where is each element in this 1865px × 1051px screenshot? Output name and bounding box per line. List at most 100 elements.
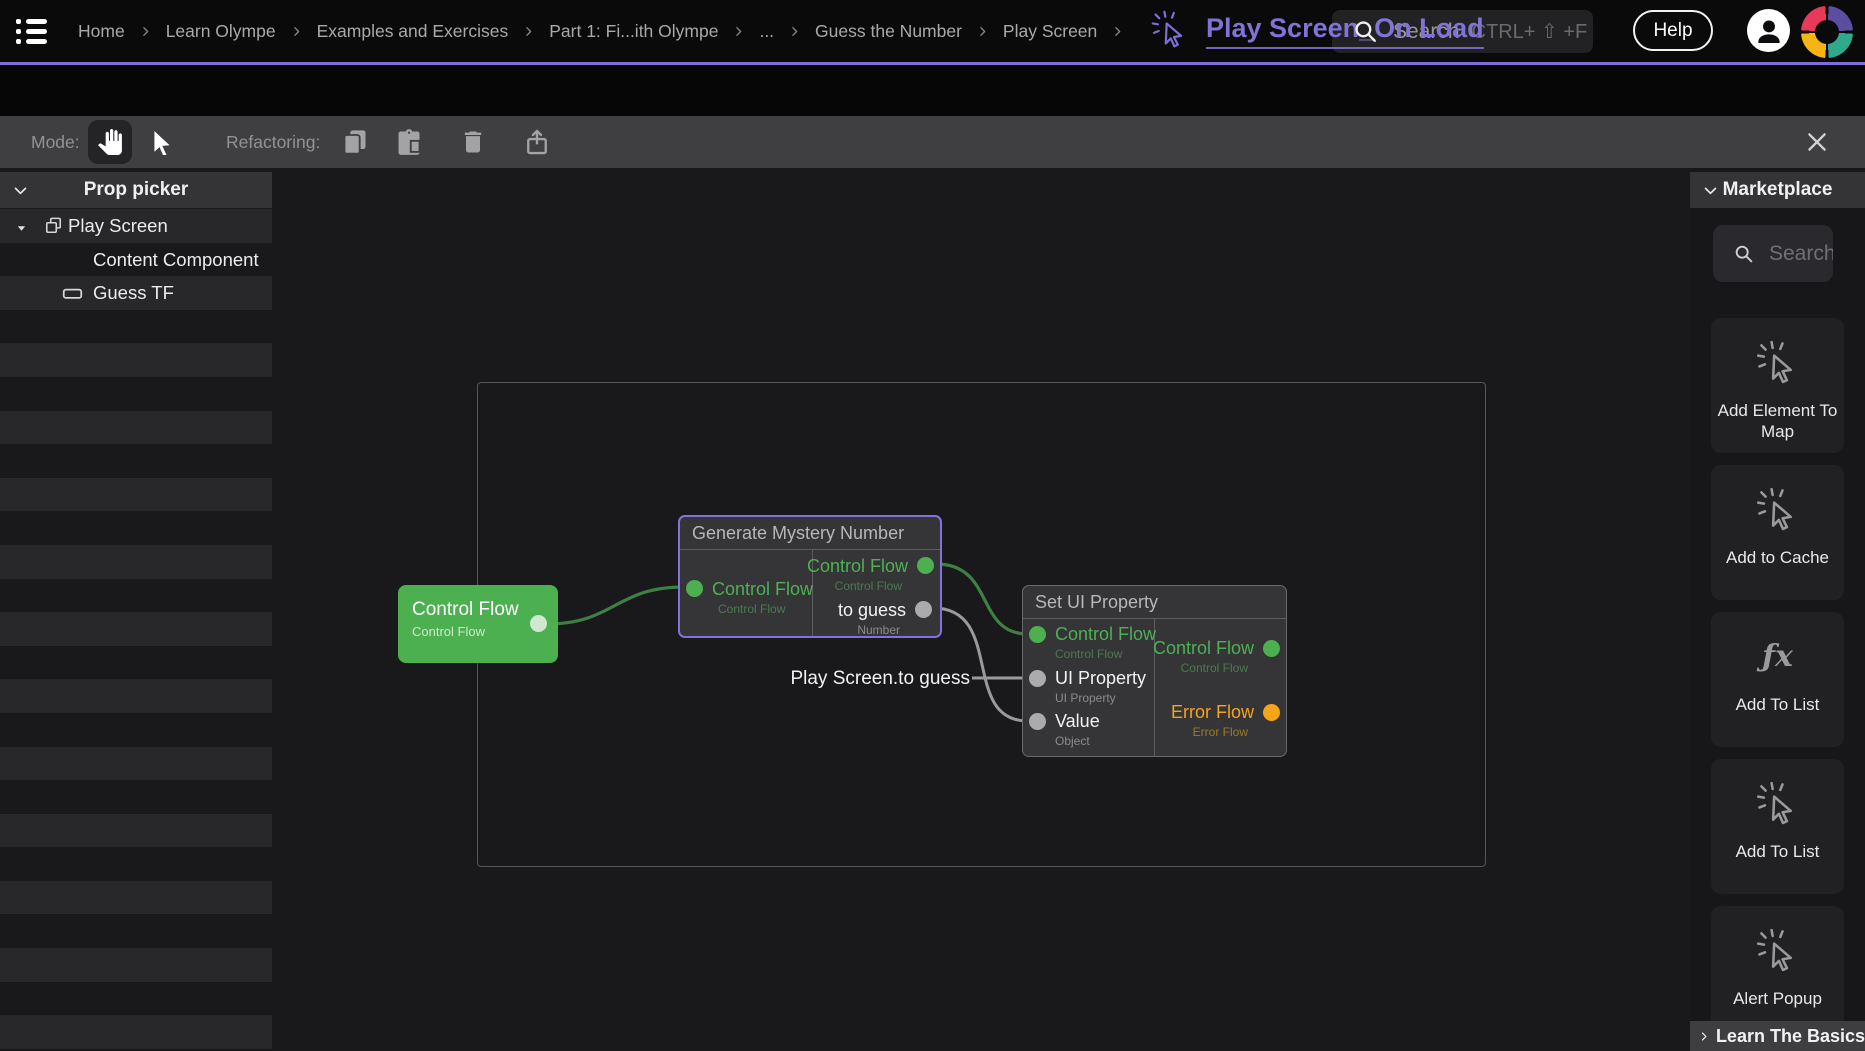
learn-the-basics-bar[interactable]: Learn The Basics bbox=[1690, 1021, 1865, 1051]
marketplace-card-add-to-cache[interactable]: Add to Cache bbox=[1711, 465, 1844, 600]
chevron-right-icon bbox=[976, 25, 989, 38]
marketplace-panel: Marketplace Search Add Element To Map Ad… bbox=[1690, 168, 1865, 1051]
port-ui-property-in[interactable] bbox=[1029, 670, 1046, 687]
card-label: Add to Cache bbox=[1722, 547, 1833, 568]
tree-row-empty bbox=[0, 444, 272, 478]
olympe-logo[interactable] bbox=[1801, 6, 1853, 58]
node-title: Generate Mystery Number bbox=[680, 517, 940, 550]
function-icon: ƒx bbox=[1762, 632, 1793, 680]
search-icon bbox=[1733, 243, 1754, 264]
help-button[interactable]: Help bbox=[1633, 10, 1713, 51]
collapse-prop-picker-icon[interactable] bbox=[12, 182, 29, 204]
pin-type: UI Property bbox=[1055, 691, 1116, 705]
chevron-right-icon bbox=[290, 25, 303, 38]
component-icon bbox=[44, 216, 63, 240]
copy-button[interactable] bbox=[341, 128, 369, 156]
export-button[interactable] bbox=[523, 128, 551, 156]
refactoring-label: Refactoring: bbox=[226, 132, 320, 153]
prop-picker-header: Prop picker bbox=[0, 172, 272, 208]
tree-row-empty bbox=[0, 679, 272, 713]
tree-row-empty bbox=[0, 747, 272, 781]
pin-type: Number bbox=[857, 623, 900, 637]
node-set-ui-property[interactable]: Set UI Property Control Flow Control Flo… bbox=[1022, 585, 1287, 757]
breadcrumb-examples[interactable]: Examples and Exercises bbox=[317, 21, 509, 42]
tree-item-label: Content Component bbox=[93, 249, 259, 271]
card-label: Add To List bbox=[1732, 841, 1824, 862]
tree-row-empty bbox=[0, 847, 272, 881]
chevron-right-icon bbox=[1698, 1028, 1710, 1045]
chevron-right-icon bbox=[139, 25, 152, 38]
tree-row-empty bbox=[0, 612, 272, 646]
pin-type: Object bbox=[1055, 734, 1090, 748]
paste-button[interactable] bbox=[395, 128, 423, 156]
card-label: Add Element To Map bbox=[1711, 400, 1844, 443]
click-action-icon bbox=[1150, 9, 1190, 54]
tree-row-empty bbox=[0, 881, 272, 915]
menu-icon[interactable] bbox=[16, 13, 52, 49]
node-title: Set UI Property bbox=[1023, 586, 1286, 619]
tree-row-empty bbox=[0, 310, 272, 344]
node-control-flow-start[interactable]: Control Flow Control Flow bbox=[398, 585, 558, 663]
port-control-flow-in[interactable] bbox=[1029, 626, 1046, 643]
marketplace-card-add-element-to-map[interactable]: Add Element To Map bbox=[1711, 318, 1844, 453]
breadcrumb-guess-the-number[interactable]: Guess the Number bbox=[815, 21, 962, 42]
tree-row-empty bbox=[0, 948, 272, 982]
tree-item-guess-tf[interactable]: Guess TF bbox=[0, 276, 272, 310]
search-icon bbox=[1352, 18, 1378, 49]
prop-picker-tree: Play Screen Content Component Guess TF bbox=[0, 209, 272, 1049]
tree-row-empty bbox=[0, 478, 272, 512]
tree-row-empty bbox=[0, 511, 272, 545]
page-title-wrap: Play Screen_On Load bbox=[1150, 0, 1484, 62]
marketplace-header: Marketplace bbox=[1690, 172, 1865, 208]
port-control-flow-in[interactable] bbox=[686, 580, 703, 597]
marketplace-search-input[interactable]: Search bbox=[1713, 225, 1833, 282]
prop-picker-panel: Prop picker Play Screen Content Componen… bbox=[0, 168, 272, 1051]
tree-row-empty bbox=[0, 411, 272, 445]
marketplace-search-placeholder: Search bbox=[1769, 242, 1833, 266]
page-title[interactable]: Play Screen_On Load bbox=[1206, 13, 1484, 49]
tree-item-content-component[interactable]: Content Component bbox=[0, 243, 272, 277]
expand-caret-icon[interactable] bbox=[16, 221, 27, 239]
port-control-flow-out[interactable] bbox=[530, 615, 547, 632]
breadcrumb-play-screen[interactable]: Play Screen bbox=[1003, 21, 1097, 42]
account-avatar[interactable] bbox=[1747, 9, 1790, 52]
marketplace-card-add-to-list[interactable]: Add To List bbox=[1711, 759, 1844, 894]
port-error-flow-out[interactable] bbox=[1263, 704, 1280, 721]
close-editor-button[interactable] bbox=[1804, 129, 1830, 155]
tree-row-empty bbox=[0, 982, 272, 1016]
screen-lifecycle-frame bbox=[477, 382, 1486, 867]
select-mode-button[interactable] bbox=[146, 126, 178, 158]
breadcrumb-part1[interactable]: Part 1: Fi...ith Olympe bbox=[549, 21, 718, 42]
pin-label: Control Flow bbox=[1055, 624, 1156, 645]
marketplace-title: Marketplace bbox=[1723, 179, 1833, 201]
card-label: Add To List bbox=[1732, 694, 1824, 715]
port-control-flow-out[interactable] bbox=[917, 557, 934, 574]
pin-label: Value bbox=[1055, 711, 1100, 732]
pin-label: Control Flow bbox=[712, 579, 813, 600]
port-control-flow-out[interactable] bbox=[1263, 640, 1280, 657]
click-action-icon bbox=[1755, 926, 1801, 974]
tree-row-empty bbox=[0, 1015, 272, 1049]
learn-the-basics-label: Learn The Basics bbox=[1716, 1026, 1865, 1047]
tree-row-empty bbox=[0, 814, 272, 848]
textfield-icon bbox=[62, 283, 83, 309]
breadcrumb-learn-olympe[interactable]: Learn Olympe bbox=[166, 21, 276, 42]
tree-row-empty bbox=[0, 377, 272, 411]
pin-label: Error Flow bbox=[1171, 702, 1254, 723]
tree-item-play-screen[interactable]: Play Screen bbox=[0, 209, 272, 243]
port-to-guess-out[interactable] bbox=[915, 601, 932, 618]
collapse-marketplace-icon[interactable] bbox=[1702, 182, 1719, 204]
prop-picker-title: Prop picker bbox=[84, 179, 189, 201]
port-value-in[interactable] bbox=[1029, 713, 1046, 730]
bound-value-label[interactable]: Play Screen.to guess bbox=[790, 668, 970, 690]
marketplace-card-add-to-list-fx[interactable]: ƒx Add To List bbox=[1711, 612, 1844, 747]
pan-mode-button[interactable] bbox=[88, 120, 132, 164]
pin-type: Control Flow bbox=[1181, 661, 1248, 675]
node-generate-mystery-number[interactable]: Generate Mystery Number Control Flow Con… bbox=[678, 515, 942, 638]
delete-button[interactable] bbox=[459, 128, 487, 156]
pin-type: Control Flow bbox=[718, 602, 785, 616]
chevron-right-icon bbox=[732, 25, 745, 38]
breadcrumb-ellipsis[interactable]: ... bbox=[759, 21, 774, 42]
breadcrumb-home[interactable]: Home bbox=[78, 21, 125, 42]
editor-toolbar: Mode: Refactoring: bbox=[0, 116, 1865, 168]
